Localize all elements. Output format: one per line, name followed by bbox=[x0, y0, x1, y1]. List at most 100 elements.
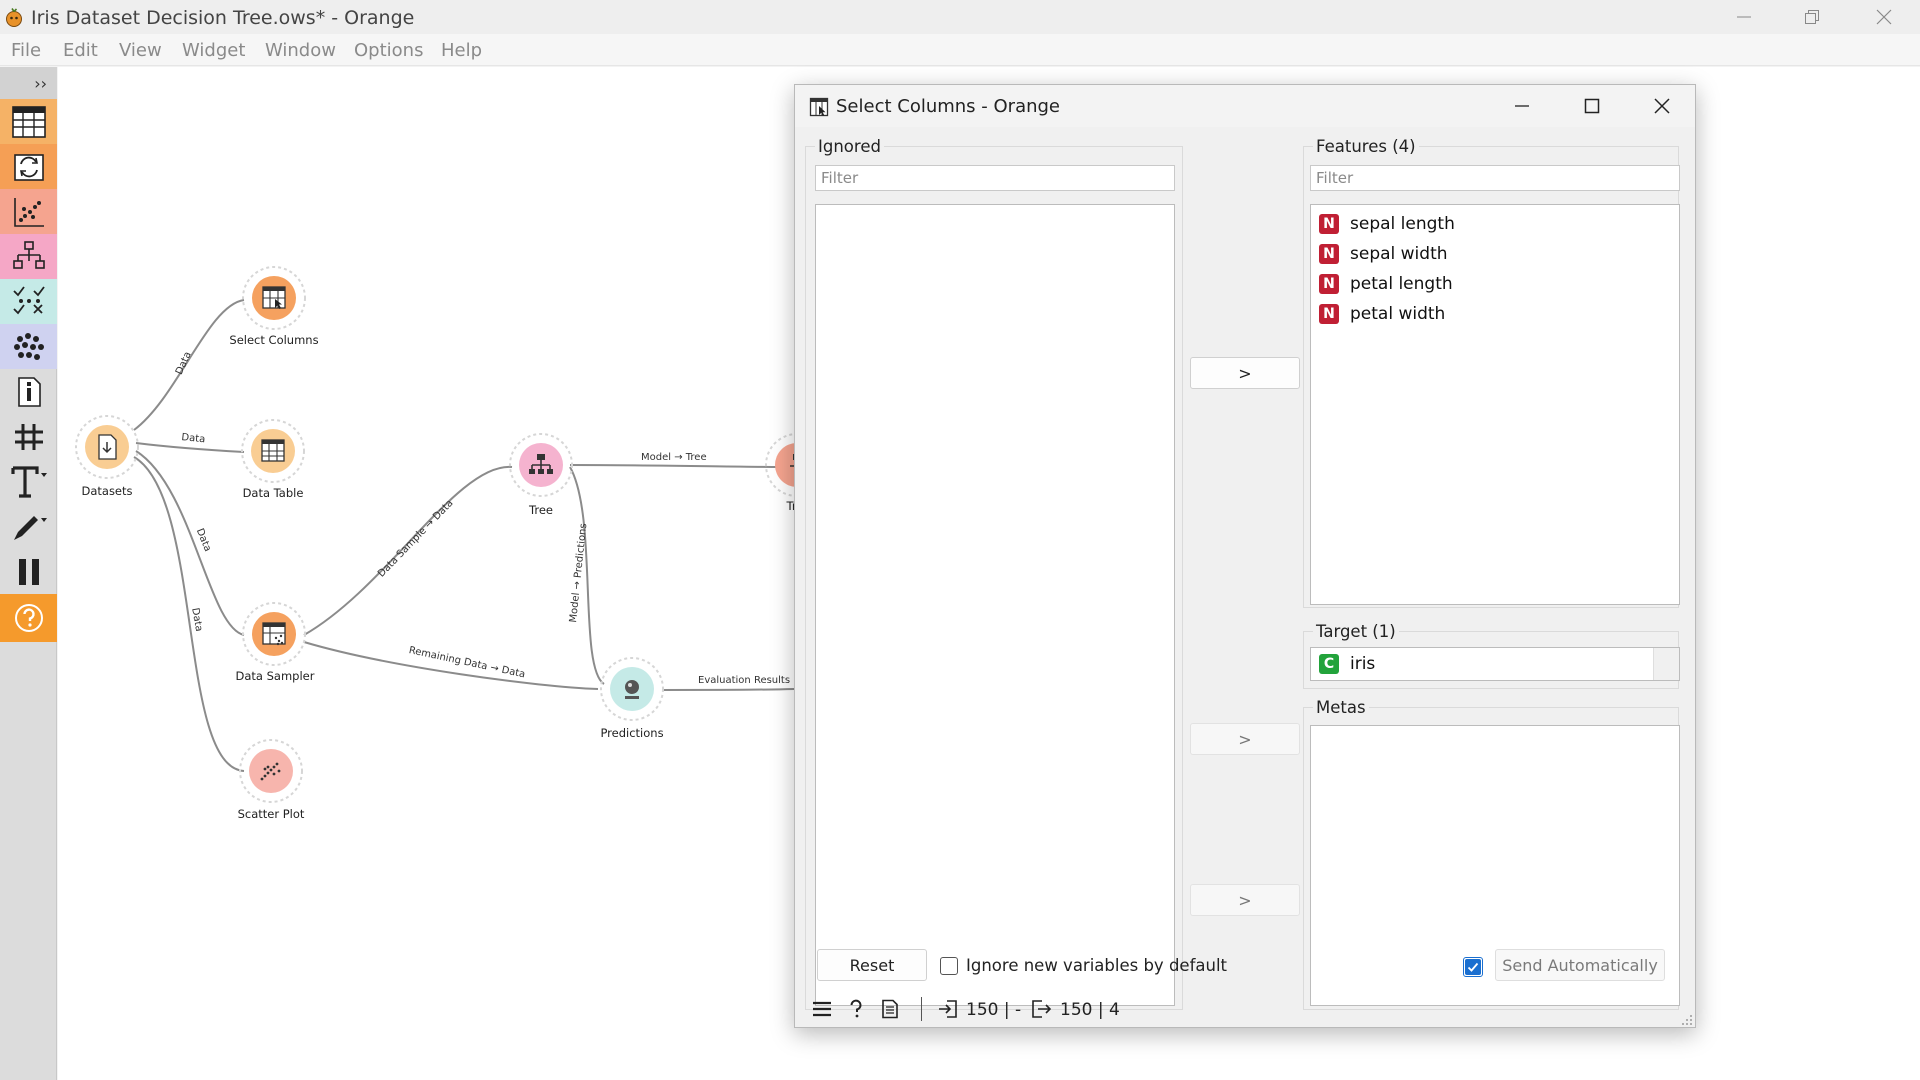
tree-icon bbox=[509, 433, 573, 497]
metas-title: Metas bbox=[1313, 698, 1369, 717]
ignored-title: Ignored bbox=[815, 137, 884, 156]
category-model-button[interactable] bbox=[0, 234, 57, 279]
category-evaluate-button[interactable] bbox=[0, 279, 57, 324]
minimize-icon bbox=[1515, 105, 1529, 107]
reset-button[interactable]: Reset bbox=[817, 949, 927, 981]
list-item[interactable]: N petal length bbox=[1319, 271, 1453, 297]
category-info-button[interactable] bbox=[0, 369, 57, 414]
node-tree[interactable] bbox=[508, 432, 574, 498]
pause-button[interactable] bbox=[0, 549, 57, 594]
dialog-titlebar: Select Columns - Orange bbox=[795, 85, 1695, 127]
node-datasets[interactable] bbox=[74, 414, 140, 480]
menu-window[interactable]: Window bbox=[265, 40, 336, 61]
link-predictions-evaluation[interactable] bbox=[661, 688, 795, 691]
grid-button[interactable] bbox=[0, 414, 57, 459]
link-sampler-predictions[interactable] bbox=[303, 641, 599, 690]
target-list[interactable]: C iris bbox=[1310, 647, 1680, 681]
node-data-table[interactable] bbox=[240, 418, 306, 484]
restore-button[interactable] bbox=[1778, 0, 1846, 34]
dialog-close-button[interactable] bbox=[1627, 85, 1695, 127]
output-icon bbox=[1030, 998, 1052, 1020]
send-automatically-checkbox[interactable] bbox=[1463, 957, 1483, 977]
input-arrow-icon bbox=[939, 1000, 957, 1018]
numeric-variable-icon: N bbox=[1319, 214, 1339, 234]
list-item[interactable]: C iris bbox=[1319, 651, 1375, 677]
category-unsupervised-button[interactable] bbox=[0, 324, 57, 369]
minimize-button[interactable] bbox=[1710, 0, 1778, 34]
data-sampler-icon bbox=[242, 602, 306, 666]
checkmark-icon bbox=[1465, 959, 1481, 975]
list-item[interactable]: N sepal width bbox=[1319, 241, 1448, 267]
text-annotation-icon bbox=[10, 465, 47, 498]
dialog-minimize-button[interactable] bbox=[1487, 85, 1557, 127]
list-item[interactable]: N sepal length bbox=[1319, 211, 1455, 237]
node-scatter-plot[interactable] bbox=[238, 738, 304, 804]
numeric-variable-icon: N bbox=[1319, 304, 1339, 324]
menu-options[interactable]: Options bbox=[354, 40, 423, 61]
category-transform-button[interactable] bbox=[0, 144, 57, 189]
main-window-titlebar: Iris Dataset Decision Tree.ows* - Orange bbox=[0, 0, 1920, 34]
close-icon bbox=[1876, 9, 1892, 25]
model-icon bbox=[12, 240, 45, 269]
node-predictions[interactable] bbox=[599, 656, 665, 722]
restore-icon bbox=[1805, 10, 1819, 24]
move-to-target-button[interactable]: > bbox=[1190, 723, 1300, 755]
ignored-filter-input[interactable] bbox=[815, 165, 1175, 191]
send-automatically-button[interactable]: Send Automatically bbox=[1495, 949, 1665, 981]
scatter-plot-icon bbox=[239, 739, 303, 803]
node-label: Data Table bbox=[242, 486, 304, 500]
menu-widget[interactable]: Widget bbox=[182, 40, 245, 61]
widget-toolbox: ›› bbox=[0, 67, 57, 1080]
menu-button[interactable] bbox=[811, 998, 833, 1020]
output-summary: 150 | 4 bbox=[1060, 1000, 1120, 1020]
move-to-metas-button[interactable]: > bbox=[1190, 884, 1300, 916]
menu-bar: File Edit View Widget Window Options Hel… bbox=[0, 34, 1920, 66]
ignore-new-variables-checkbox[interactable] bbox=[940, 957, 958, 975]
category-visualize-button[interactable] bbox=[0, 189, 57, 234]
dialog-maximize-button[interactable] bbox=[1557, 85, 1627, 127]
node-data-sampler[interactable] bbox=[241, 601, 307, 667]
close-button[interactable] bbox=[1850, 0, 1918, 34]
input-summary: 150 | - bbox=[966, 1000, 1022, 1020]
variable-name: petal width bbox=[1350, 304, 1446, 324]
category-data-button[interactable] bbox=[0, 99, 57, 144]
link-datasets-scatter-plot[interactable] bbox=[133, 456, 245, 772]
ignored-list[interactable] bbox=[815, 204, 1175, 1006]
help-button[interactable] bbox=[0, 594, 57, 642]
menu-view[interactable]: View bbox=[119, 40, 162, 61]
menu-edit[interactable]: Edit bbox=[63, 40, 98, 61]
status-separator bbox=[921, 997, 922, 1021]
node-select-columns[interactable] bbox=[241, 265, 307, 331]
target-title: Target (1) bbox=[1313, 622, 1399, 641]
features-list[interactable]: N sepal length N sepal width N petal len… bbox=[1310, 204, 1680, 605]
target-scroll-area[interactable] bbox=[1653, 648, 1679, 680]
report-icon bbox=[882, 999, 898, 1019]
info-icon bbox=[17, 376, 41, 407]
features-filter-input[interactable] bbox=[1310, 165, 1680, 191]
resize-grip-icon[interactable] bbox=[1681, 1014, 1693, 1026]
menu-help[interactable]: Help bbox=[441, 40, 482, 61]
evaluate-icon bbox=[12, 285, 45, 314]
select-columns-icon bbox=[242, 266, 306, 330]
output-arrow-icon bbox=[1032, 1000, 1051, 1018]
link-datasets-data-table[interactable] bbox=[135, 442, 245, 453]
variable-name: petal length bbox=[1350, 274, 1453, 294]
link-tree-tree-viewer[interactable] bbox=[569, 464, 781, 468]
link-datasets-data-sampler[interactable] bbox=[135, 450, 245, 636]
node-label: Data Sampler bbox=[235, 669, 315, 683]
move-to-features-button[interactable]: > bbox=[1190, 357, 1300, 389]
maximize-icon bbox=[1584, 98, 1600, 114]
help-button[interactable] bbox=[845, 998, 867, 1020]
datasets-icon bbox=[75, 415, 139, 479]
menu-file[interactable]: File bbox=[11, 40, 41, 61]
collapse-toolbox-button[interactable]: ›› bbox=[0, 67, 57, 99]
arrow-annotation-button[interactable] bbox=[0, 504, 57, 549]
list-item[interactable]: N petal width bbox=[1319, 301, 1445, 327]
variable-name: iris bbox=[1350, 654, 1376, 674]
dialog-title: Select Columns - Orange bbox=[836, 96, 1061, 117]
predictions-icon bbox=[600, 657, 664, 721]
report-button[interactable] bbox=[879, 998, 901, 1020]
pause-icon bbox=[18, 558, 39, 585]
input-icon bbox=[937, 998, 959, 1020]
select-columns-window-icon bbox=[809, 97, 829, 117]
